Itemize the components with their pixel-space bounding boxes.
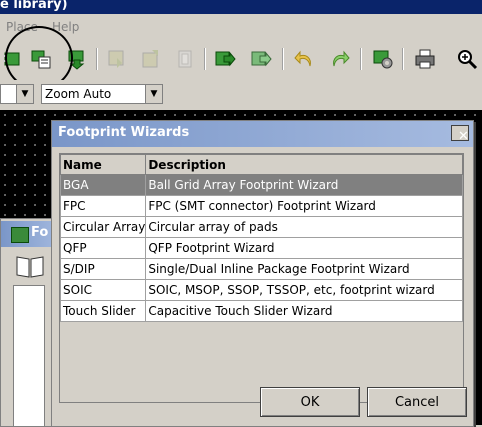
window-title: e library) [0, 0, 68, 12]
book-icon[interactable] [15, 253, 45, 279]
table-row[interactable]: Touch Slider Capacitive Touch Slider Wiz… [59, 300, 463, 322]
footprint-viewer-title: Fo [31, 225, 49, 240]
table-row[interactable]: QFP QFP Footprint Wizard [59, 237, 463, 259]
export-button[interactable] [138, 46, 164, 72]
wizard-description-cell: Circular array of pads [145, 216, 463, 238]
dialog-titlebar: Footprint Wizards ✕ [52, 121, 473, 147]
wizard-description-cell: Single/Dual Inline Package Footprint Wiz… [145, 258, 463, 280]
wizard-description-cell: FPC (SMT connector) Footprint Wizard [145, 195, 463, 217]
table-row[interactable]: Circular Array Circular array of pads [59, 216, 463, 238]
close-button[interactable]: ✕ [451, 125, 469, 144]
redo-icon [333, 50, 350, 67]
wizard-description-cell: SOIC, MSOP, SSOP, TSSOP, etc, footprint … [145, 279, 463, 301]
library-list-panel[interactable] [13, 285, 45, 427]
redo-button[interactable] [326, 46, 352, 72]
wizard-name-cell: FPC [59, 195, 147, 217]
wizard-grid: Name Description BGA Ball Grid Array Foo… [59, 153, 464, 403]
window-titlebar: e library) [0, 0, 482, 14]
wizard-name-cell: SOIC [59, 279, 147, 301]
update-board-button[interactable] [248, 46, 274, 72]
save-library-icon [108, 50, 124, 68]
zoom-select[interactable]: Zoom Auto ▼ [41, 84, 163, 104]
menu-place[interactable]: Place [6, 20, 38, 34]
main-toolbar [0, 40, 482, 81]
zoom-select-value: Zoom Auto [45, 87, 112, 101]
save-library-button[interactable] [104, 46, 130, 72]
menubar: Place Help [0, 14, 482, 40]
settings-button[interactable] [370, 46, 396, 72]
update-board-icon [251, 51, 272, 67]
settings-icon [373, 50, 393, 69]
wizard-description-cell: Ball Grid Array Footprint Wizard [145, 174, 463, 196]
table-row[interactable]: SOIC SOIC, MSOP, SSOP, TSSOP, etc, footp… [59, 279, 463, 301]
zoom-icon [458, 50, 478, 70]
footprint-wizards-dialog: Footprint Wizards ✕ Name Description BGA… [51, 120, 474, 427]
new-footprint-button[interactable] [0, 46, 26, 72]
undo-icon [294, 50, 311, 67]
footprint-app-icon [11, 227, 29, 243]
load-footprint-button[interactable] [64, 46, 90, 72]
footprint-wizard-button[interactable] [28, 46, 54, 72]
menu-help[interactable]: Help [52, 20, 79, 34]
cancel-button[interactable]: Cancel [367, 387, 467, 417]
table-header-row: Name Description [59, 154, 463, 175]
wizard-name-cell: QFP [59, 237, 147, 259]
table-row[interactable]: S/DIP Single/Dual Inline Package Footpri… [59, 258, 463, 280]
table-row[interactable]: FPC FPC (SMT connector) Footprint Wizard [59, 195, 463, 217]
dialog-title: Footprint Wizards [58, 125, 190, 140]
wizard-name-cell: BGA [59, 174, 147, 196]
print-icon [415, 49, 435, 69]
undo-button[interactable] [292, 46, 318, 72]
wizard-name-cell: Touch Slider [59, 300, 147, 322]
zoom-button[interactable] [454, 46, 480, 72]
insert-board-button[interactable] [212, 46, 238, 72]
wizard-name-cell: Circular Array [59, 216, 147, 238]
wizard-description-cell: Capacitive Touch Slider Wizard [145, 300, 463, 322]
footprint-wizard-icon [31, 50, 51, 69]
wizard-name-cell: S/DIP [59, 258, 147, 280]
table-row[interactable]: BGA Ball Grid Array Footprint Wizard [59, 174, 463, 196]
chevron-down-icon: ▼ [145, 85, 162, 103]
column-header-description[interactable]: Description [145, 154, 463, 175]
load-footprint-icon [68, 50, 85, 70]
delete-icon [178, 50, 192, 68]
export-icon [142, 50, 158, 68]
grid-select[interactable]: ▼ [0, 84, 34, 104]
new-footprint-icon [3, 52, 20, 66]
ok-button[interactable]: OK [260, 387, 360, 417]
chevron-down-icon: ▼ [16, 85, 33, 103]
column-header-name[interactable]: Name [59, 154, 147, 175]
wizard-description-cell: QFP Footprint Wizard [145, 237, 463, 259]
insert-board-icon [215, 51, 236, 67]
print-button[interactable] [412, 46, 438, 72]
secondary-toolbar: ▼ Zoom Auto ▼ [0, 80, 482, 110]
close-icon: ✕ [458, 129, 469, 144]
delete-button[interactable] [172, 46, 198, 72]
wizard-table: Name Description BGA Ball Grid Array Foo… [59, 154, 463, 322]
